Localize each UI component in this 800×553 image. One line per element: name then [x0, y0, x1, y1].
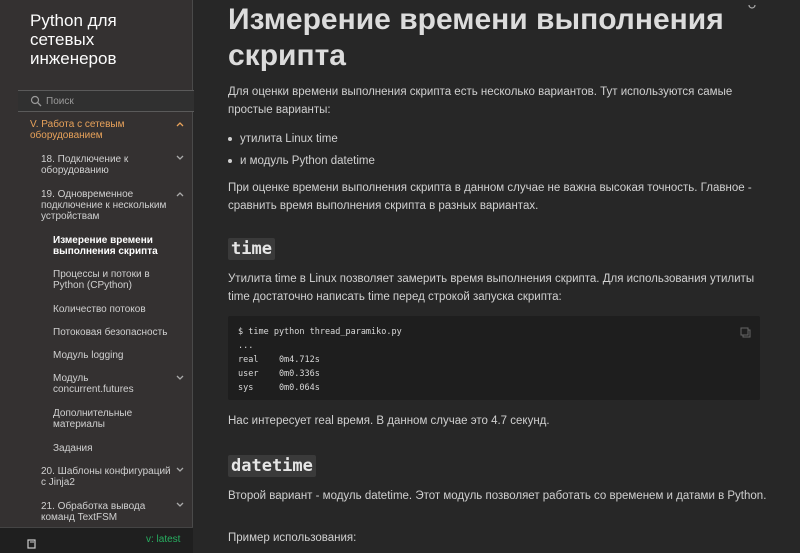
usage-example-label: Пример использования: [228, 532, 357, 544]
page-title: Измерение времени выполнения скрипта [228, 3, 724, 72]
sidebar-item-network-equipment[interactable]: V. Работа с сетевым оборудованием [30, 119, 170, 141]
note-text: При оценке времени выполнения скрипта в … [228, 182, 752, 212]
github-icon[interactable] [747, 0, 759, 9]
code-block[interactable]: $ time python thread_paramiko.py ... rea… [228, 316, 760, 400]
sidebar-item-logging[interactable]: Модуль logging [53, 350, 173, 361]
book-icon [27, 536, 37, 549]
version-footer[interactable]: v: latest [0, 527, 193, 553]
search-icon [30, 94, 44, 108]
chevron-down-icon[interactable] [176, 502, 184, 508]
list-item: и модуль Python datetime [228, 152, 773, 170]
section-heading-datetime[interactable]: datetime [228, 455, 316, 477]
time-result-text: Нас интересует real время. В данном случ… [228, 415, 550, 427]
section-heading-time[interactable]: time [228, 238, 275, 260]
datetime-description: Второй вариант - модуль datetime. Этот м… [228, 490, 767, 502]
chevron-down-icon[interactable] [176, 375, 184, 381]
sidebar-item-chapter-20[interactable]: 20. Шаблоны конфигураций с Jinja2 [41, 466, 171, 488]
sidebar: Python для сетевых инженеров V. Работа с… [0, 0, 194, 553]
version-label[interactable]: v: latest [146, 534, 180, 545]
sidebar-item-chapter-18[interactable]: 18. Подключение к оборудованию [41, 154, 171, 176]
code-text[interactable]: $ time python thread_paramiko.py ... rea… [238, 325, 402, 395]
sidebar-item-extra-materials[interactable]: Дополнительные материалы [53, 408, 153, 430]
sidebar-item-processes-threads[interactable]: Процессы и потоки в Python (CPython) [53, 269, 173, 291]
time-description: Утилита time в Linux позволяет замерить … [228, 273, 755, 303]
intro-text: Для оценки времени выполнения скрипта ес… [228, 86, 733, 116]
sidebar-item-thread-safety[interactable]: Потоковая безопасность [53, 327, 173, 338]
chevron-down-icon[interactable] [176, 155, 184, 161]
search-input[interactable] [46, 92, 186, 110]
search-box[interactable] [18, 90, 194, 112]
sidebar-item-tasks[interactable]: Задания [53, 443, 173, 454]
chevron-down-icon[interactable] [176, 467, 184, 473]
content: Измерение времени выполнения скрипта Для… [194, 0, 800, 553]
list-item: утилита Linux time [228, 130, 773, 148]
sidebar-item-concurrent-futures[interactable]: Модуль concurrent.futures [53, 373, 163, 395]
sidebar-item-measure-time[interactable]: Измерение времени выполнения скрипта [53, 235, 173, 257]
sidebar-item-chapter-21[interactable]: 21. Обработка вывода команд TextFSM [41, 501, 171, 523]
sidebar-item-thread-count[interactable]: Количество потоков [53, 304, 173, 315]
bullet-list: утилита Linux time и модуль Python datet… [228, 130, 773, 170]
copy-icon[interactable] [740, 325, 751, 338]
sidebar-item-chapter-19[interactable]: 19. Одновременное подключение к нескольк… [41, 189, 171, 222]
chevron-up-icon[interactable] [176, 121, 184, 127]
site-title[interactable]: Python для сетевых инженеров [30, 11, 180, 68]
chevron-up-icon[interactable] [176, 191, 184, 197]
